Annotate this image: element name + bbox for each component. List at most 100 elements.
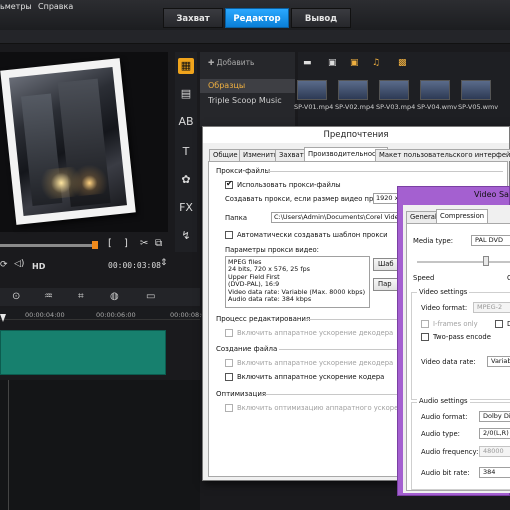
two-pass-checkbox[interactable] <box>421 333 429 341</box>
use-proxy-label: Использовать прокси-файлы <box>237 181 341 189</box>
dv-checkbox[interactable] <box>495 320 503 328</box>
compression-panel: Media type: PAL DVD Speed Q Video settin… <box>406 223 510 491</box>
storyboard-icon[interactable]: ▭ <box>146 291 155 302</box>
hd-toggle[interactable]: HD <box>32 262 45 271</box>
add-folder-button[interactable]: ✚ Добавить <box>208 58 254 67</box>
file-section-label: Создание файла <box>216 345 278 353</box>
folder-icon[interactable]: ▬ <box>303 58 312 68</box>
mark-in-icon[interactable]: [ <box>108 238 112 249</box>
thumbnail-2[interactable] <box>338 80 368 100</box>
audio-frequency-select[interactable]: 48000 <box>479 446 510 457</box>
thumbnail-1[interactable] <box>297 80 327 100</box>
ruler-label: 00:00:04:00 <box>25 311 65 319</box>
iframes-only-checkbox[interactable] <box>421 320 429 328</box>
edit-section-label: Процесс редактирования <box>216 315 311 323</box>
transition-icon[interactable]: AB <box>178 114 194 130</box>
audio-bit-rate-label: Audio bit rate: <box>421 469 470 477</box>
audio-settings-label: Audio settings <box>417 397 470 405</box>
optimization-section-label: Оптимизация <box>216 390 267 398</box>
media-icon[interactable]: ▦ <box>178 58 194 74</box>
auto-template-checkbox[interactable] <box>225 231 233 239</box>
tab-output[interactable]: Вывод <box>291 8 351 28</box>
tab-vs-compression[interactable]: Compression <box>436 209 489 223</box>
thumbnail-5[interactable] <box>461 80 491 100</box>
speed-quality-slider-thumb[interactable] <box>483 256 489 266</box>
tab-ui-layout[interactable]: Макет пользовательского интерфейса <box>375 149 510 161</box>
record-icon[interactable]: ⊙ <box>12 291 20 302</box>
edit-hw-decoder-label: Включить аппаратное ускорение декодера <box>237 329 394 337</box>
mark-out-icon[interactable]: ] <box>124 238 128 249</box>
thumbnail-label: SP-V02.mp4 <box>335 103 375 111</box>
thumbnail-label: SP-V04.wmv <box>417 103 458 111</box>
two-pass-label: Two-pass encode <box>433 333 491 341</box>
media-type-select[interactable]: PAL DVD <box>471 235 510 246</box>
timeline-clip[interactable] <box>0 330 166 375</box>
video-format-label: Video format: <box>421 304 468 312</box>
timeline-tracks <box>0 380 200 510</box>
thumbnail-label: SP-V03.mp4 <box>376 103 416 111</box>
cut-icon[interactable]: ✂ <box>140 238 148 249</box>
proxy-params-label: Параметры прокси видео: <box>225 246 319 254</box>
tab-editor[interactable]: Редактор <box>225 8 289 28</box>
copy-icon[interactable]: ⧉ <box>155 238 162 249</box>
tab-capture[interactable]: Захват <box>163 8 223 28</box>
speed-label: Speed <box>413 274 435 282</box>
template-filter-icon[interactable]: ▩ <box>398 58 407 68</box>
video-format-select[interactable]: MPEG-2 <box>473 302 510 313</box>
thumbnail-3[interactable] <box>379 80 409 100</box>
path-icon[interactable]: ↯ <box>178 228 194 244</box>
folder-path-input[interactable]: C:\Users\Admin\Documents\Corel VideoStu <box>271 212 401 223</box>
proxy-section-label: Прокси-файлы <box>216 167 270 175</box>
tab-capture-pref[interactable]: Захват <box>275 149 308 161</box>
video-settings-label: Video settings <box>417 288 470 296</box>
file-hw-decoder-label: Включить аппаратное ускорение декодера <box>237 359 394 367</box>
instant-project-icon[interactable]: ▤ <box>178 86 194 102</box>
fx-icon[interactable]: FX <box>178 200 194 216</box>
tab-general[interactable]: Общие <box>209 149 242 161</box>
use-proxy-checkbox[interactable] <box>225 179 233 189</box>
video-save-title: Video Save <box>474 190 509 199</box>
proxy-params-box: MPEG files 24 bits, 720 x 576, 25 fps Up… <box>225 256 370 308</box>
preview-window <box>0 52 168 232</box>
timecode[interactable]: 00:00:03:08 <box>108 261 161 270</box>
video-data-rate-select[interactable]: Variable <box>487 356 510 367</box>
repeat-icon[interactable]: ⟳ <box>0 260 8 270</box>
audio-frequency-label: Audio frequency: <box>421 448 479 456</box>
menu-bar <box>0 30 510 44</box>
library-folder-samples[interactable]: Образцы <box>200 79 295 93</box>
library-folder-music[interactable]: Triple Scoop Music <box>200 94 295 108</box>
volume-icon[interactable]: ◁) <box>14 259 24 269</box>
subtitle-icon[interactable]: ◍ <box>110 291 119 302</box>
hw-encoder-label: Включить аппаратное ускорение кодера <box>237 373 385 381</box>
timeline-toolbar <box>0 288 200 306</box>
title-icon[interactable]: T <box>178 144 194 160</box>
music-filter-icon[interactable]: ♫ <box>372 58 380 68</box>
library-category-bar: ▦ ▤ AB T ✿ FX ↯ <box>175 52 197 252</box>
audio-format-select[interactable]: Dolby Digita <box>479 411 510 422</box>
video-data-rate-label: Video data rate: <box>421 358 476 366</box>
timeline-cursor-line <box>8 380 9 510</box>
thumbnail-4[interactable] <box>420 80 450 100</box>
audio-type-select[interactable]: 2/0(L,R) <box>479 428 510 439</box>
menu-help[interactable]: Справка <box>38 2 73 11</box>
file-hw-decoder-checkbox[interactable] <box>225 359 233 367</box>
scrubber-track[interactable] <box>0 244 97 247</box>
timecode-spinner-icon[interactable]: ⇕ <box>160 258 168 268</box>
dialog-title: Предпочтения <box>203 127 509 143</box>
photo-filter-icon[interactable]: ▣ <box>350 58 359 68</box>
thumbnail-label: SP-V01.mp4 <box>294 103 334 111</box>
video-filter-icon[interactable]: ▣ <box>328 58 337 68</box>
scrubber-handle[interactable] <box>92 241 98 249</box>
speed-quality-slider[interactable] <box>417 261 510 263</box>
menu-settings[interactable]: ьметры <box>0 2 32 11</box>
audio-type-label: Audio type: <box>421 430 460 438</box>
thumbnail-label: SP-V05.wmv <box>458 103 499 111</box>
hw-encoder-checkbox[interactable] <box>225 373 233 381</box>
motion-track-icon[interactable]: ⌗ <box>78 291 84 302</box>
audio-bit-rate-select[interactable]: 384 <box>479 467 510 478</box>
hw-optimization-checkbox[interactable] <box>225 404 233 412</box>
edit-hw-decoder-checkbox[interactable] <box>225 329 233 337</box>
graphics-icon[interactable]: ✿ <box>178 172 194 188</box>
preview-photo-frame <box>0 58 136 225</box>
audio-mixer-icon[interactable]: ♒ <box>44 291 53 302</box>
